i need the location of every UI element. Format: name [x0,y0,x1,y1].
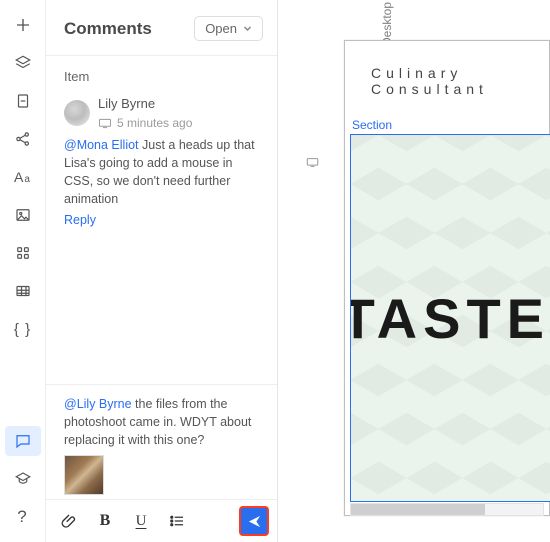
panel-title: Comments [64,19,152,39]
left-rail: Aa { } ? [0,0,46,542]
scrollbar-thumb[interactable] [351,504,485,515]
attachment-thumbnail[interactable] [64,455,104,495]
avatar [64,100,90,126]
filter-dropdown[interactable]: Open [194,16,263,41]
horizontal-scrollbar[interactable] [350,503,544,516]
comment: Lily Byrne 5 minutes ago @Mona Elliot Ju… [64,95,263,229]
composer-toolbar: B U [46,499,277,542]
learn-icon[interactable] [5,464,41,494]
help-icon[interactable]: ? [5,502,41,532]
chevron-down-icon [243,24,252,33]
context-label: Item [64,68,263,87]
layers-icon[interactable] [5,48,41,78]
desktop-icon [98,118,112,129]
page-title: Culinary Consultant [345,41,549,117]
mention[interactable]: @Mona Elliot [64,138,139,152]
attach-icon[interactable] [58,510,80,532]
comment-time: 5 minutes ago [117,115,192,132]
bold-button[interactable]: B [94,510,116,532]
underline-button[interactable]: U [130,510,152,532]
comment-author: Lily Byrne [98,95,192,114]
comment-body: @Mona Elliot Just a heads up that Lisa's… [64,136,263,209]
table-icon[interactable] [5,276,41,306]
mention[interactable]: @Lily Byrne [64,397,132,411]
desktop-icon [306,156,319,174]
apps-icon[interactable] [5,238,41,268]
reply-link[interactable]: Reply [64,211,96,229]
send-button[interactable] [239,506,269,536]
comments-panel: Comments Open Item Lily Byrne 5 minutes … [46,0,278,542]
comment-composer[interactable]: @Lily Byrne the files from the photoshoo… [46,384,277,499]
share-icon[interactable] [5,124,41,154]
page-icon[interactable] [5,86,41,116]
section-box[interactable]: TASTE [350,134,550,502]
composer-text[interactable]: @Lily Byrne the files from the photoshoo… [64,395,263,449]
hero-text: TASTE [350,286,550,351]
code-icon[interactable]: { } [5,314,41,344]
comments-icon[interactable] [5,426,41,456]
comment-thread: Item Lily Byrne 5 minutes ago @Mona Elli… [46,56,277,384]
filter-label: Open [205,21,237,36]
typography-icon[interactable]: Aa [5,162,41,192]
section-label[interactable]: Section [348,118,392,132]
add-icon[interactable] [5,10,41,40]
list-icon[interactable] [166,510,188,532]
canvas[interactable]: Desktop (Primary) Culinary Consultant Se… [278,0,550,542]
image-icon[interactable] [5,200,41,230]
send-icon [247,514,262,529]
